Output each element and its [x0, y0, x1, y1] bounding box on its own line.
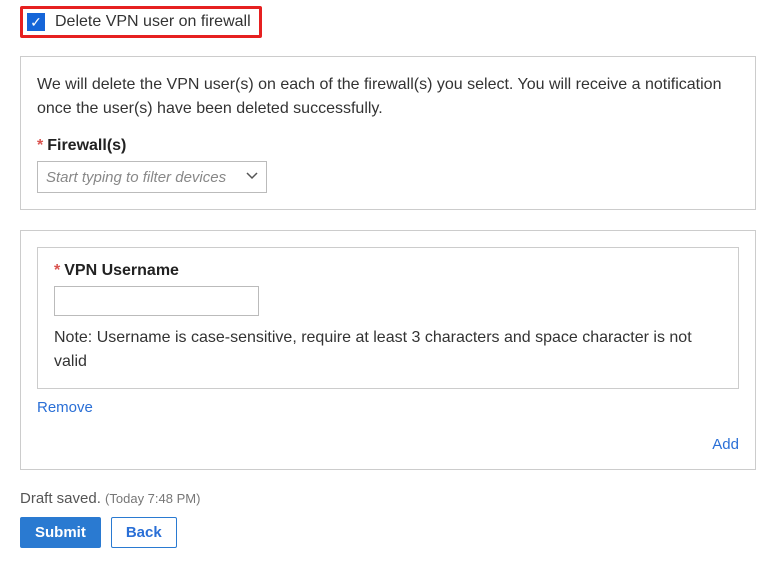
- firewalls-label-text: Firewall(s): [47, 137, 126, 154]
- chevron-down-icon: [246, 169, 258, 185]
- vpn-user-entry: *VPN Username Note: Username is case-sen…: [37, 247, 739, 389]
- back-button[interactable]: Back: [111, 517, 177, 548]
- draft-saved-label: Draft saved.: [20, 490, 101, 507]
- checkbox-icon: ✓: [27, 13, 45, 31]
- form-actions: Submit Back: [20, 517, 756, 548]
- checkmark-icon: ✓: [30, 15, 42, 29]
- vpn-username-input[interactable]: [54, 286, 259, 316]
- add-link[interactable]: Add: [712, 436, 739, 453]
- delete-vpn-user-checkbox-row[interactable]: ✓ Delete VPN user on firewall: [20, 6, 262, 38]
- required-star-icon: *: [37, 137, 43, 154]
- delete-vpn-user-label: Delete VPN user on firewall: [55, 13, 251, 31]
- firewalls-combobox[interactable]: Start typing to filter devices: [37, 161, 267, 193]
- vpn-user-panel: *VPN Username Note: Username is case-sen…: [20, 230, 756, 470]
- required-star-icon: *: [54, 262, 60, 279]
- remove-link[interactable]: Remove: [37, 399, 739, 416]
- vpn-username-label-text: VPN Username: [64, 262, 179, 279]
- vpn-username-note: Note: Username is case-sensitive, requir…: [54, 326, 722, 374]
- firewall-panel: We will delete the VPN user(s) on each o…: [20, 56, 756, 210]
- draft-status: Draft saved. (Today 7:48 PM): [20, 490, 756, 507]
- draft-timestamp: (Today 7:48 PM): [105, 491, 200, 506]
- firewalls-field-label: *Firewall(s): [37, 137, 739, 155]
- firewalls-combobox-placeholder: Start typing to filter devices: [46, 169, 246, 186]
- submit-button[interactable]: Submit: [20, 517, 101, 548]
- firewall-description: We will delete the VPN user(s) on each o…: [37, 73, 739, 121]
- vpn-username-field-label: *VPN Username: [54, 262, 722, 280]
